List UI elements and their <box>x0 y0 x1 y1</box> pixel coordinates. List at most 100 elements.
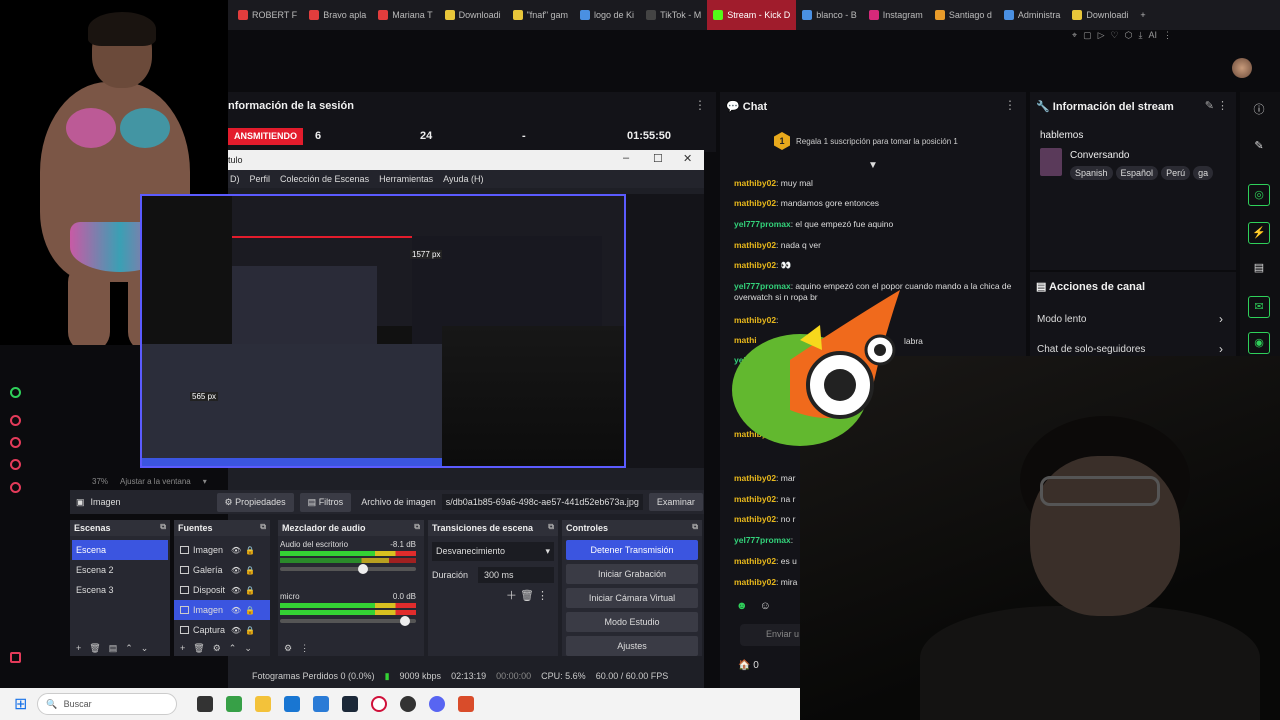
chat-username[interactable]: yel777promax <box>734 219 791 229</box>
source-item[interactable]: Galería 👁 🔒 <box>174 560 270 580</box>
lock-icon[interactable]: 🔒 <box>245 586 255 595</box>
edit-icon[interactable]: ✎ ⋮ <box>1205 99 1228 112</box>
chat-username[interactable]: mathiby02 <box>734 556 776 566</box>
down-icon[interactable]: ⌄ <box>244 643 252 654</box>
obs-icon[interactable] <box>400 696 417 712</box>
trash-icon[interactable]: 🗑 <box>193 643 204 654</box>
virtual-camera-button[interactable]: Iniciar Cámara Virtual <box>566 588 698 608</box>
eye-icon[interactable]: 👁 <box>231 606 241 615</box>
settings-button[interactable]: Ajustes <box>566 636 698 656</box>
chat-username[interactable]: mathiby02 <box>734 494 776 504</box>
browser-tab[interactable]: blanco - B <box>796 0 863 30</box>
ai-button[interactable]: AI <box>1148 30 1157 44</box>
browser-tab[interactable]: "fnaf" gam <box>507 0 574 30</box>
pencil-icon[interactable]: ✎ <box>1248 136 1270 158</box>
properties-button[interactable]: ⚙ Propiedades <box>216 492 294 512</box>
obs-menu-item[interactable]: Ayuda (H) <box>443 174 483 184</box>
kick-icon[interactable] <box>10 387 21 398</box>
trash-icon[interactable]: 🗑 <box>89 643 100 654</box>
zoom-level[interactable]: 37% <box>92 477 108 486</box>
chat-username[interactable]: yel777promax <box>734 535 791 545</box>
volume-slider[interactable] <box>280 616 416 626</box>
crop-icon[interactable]: ▢ <box>1083 30 1092 44</box>
steam-icon[interactable] <box>342 696 359 712</box>
close-icon[interactable]: ✕ <box>683 152 692 165</box>
taskview-icon[interactable] <box>197 696 214 712</box>
lock-icon[interactable]: 🔒 <box>245 566 255 575</box>
emote-icon[interactable]: ☻ <box>736 600 748 612</box>
gear-icon[interactable]: ⚙ <box>213 643 221 654</box>
browser-tab[interactable]: ROBERT F <box>232 0 303 30</box>
windows-start-icon[interactable]: ⊞ <box>14 694 27 714</box>
down-icon[interactable]: ⌄ <box>141 643 149 654</box>
app-icon[interactable] <box>458 696 475 712</box>
volume-slider[interactable] <box>280 564 416 574</box>
fit-window-select[interactable]: Ajustar a la ventana <box>120 477 191 486</box>
browser-tab[interactable]: Mariana T <box>372 0 438 30</box>
chat-username[interactable]: mathiby02 <box>734 514 776 524</box>
duration-input[interactable]: 300 ms <box>478 567 554 583</box>
play-icon[interactable]: ▷ <box>1098 30 1105 44</box>
up-icon[interactable]: ⌃ <box>125 643 133 654</box>
obs-menu-item[interactable]: D) <box>230 174 240 184</box>
scene-item[interactable]: Escena 3 <box>72 580 168 600</box>
eye-icon[interactable]: 👁 <box>231 626 241 635</box>
points-counter[interactable]: 🏠 0 <box>738 660 759 671</box>
browser-tab[interactable]: Instagram <box>863 0 929 30</box>
obs-menu-item[interactable]: Herramientas <box>379 174 433 184</box>
gift-sub-banner[interactable]: 1 Regala 1 suscripción para tomar la pos… <box>774 132 958 150</box>
chat-bubble-icon[interactable]: ✉ <box>1248 296 1270 318</box>
minecraft-icon[interactable] <box>226 696 243 712</box>
new-tab-button[interactable]: + <box>1134 0 1151 30</box>
minimize-icon[interactable]: – <box>623 152 629 164</box>
user-avatar[interactable] <box>1232 58 1252 78</box>
taskbar-search[interactable]: 🔍 Buscar <box>37 693 178 715</box>
browser-tab[interactable]: Administra <box>998 0 1067 30</box>
source-item[interactable]: Disposit 👁 🔒 <box>174 580 270 600</box>
calculator-icon[interactable] <box>284 696 301 712</box>
browser-tab[interactable]: Downloadi <box>439 0 507 30</box>
lock-icon[interactable]: 🔒 <box>245 606 255 615</box>
broadcast-icon[interactable]: ◉ <box>1248 332 1270 354</box>
pin-icon[interactable]: ⌖ <box>1072 30 1077 44</box>
source-item[interactable]: Imagen 👁 🔒 <box>174 540 270 560</box>
chat-username[interactable]: mathiby02 <box>734 240 776 250</box>
browser-tab[interactable]: Santiago d <box>929 0 998 30</box>
scene-item[interactable]: Escena 2 <box>72 560 168 580</box>
chat-username[interactable]: mathiby02 <box>734 178 776 188</box>
browser-tab[interactable]: logo de Ki <box>574 0 640 30</box>
edge-icon[interactable] <box>313 696 330 712</box>
slow-mode-action[interactable]: Modo lento › <box>1037 312 1229 326</box>
document-icon[interactable]: ▤ <box>1248 258 1270 280</box>
obs-menu-item[interactable]: Perfil <box>250 174 271 184</box>
clock-icon[interactable] <box>10 437 21 448</box>
menu-icon[interactable]: ⋮ <box>300 643 309 654</box>
extensions-icon[interactable]: ⬡ <box>1125 30 1133 44</box>
start-recording-button[interactable]: Iniciar Grabación <box>566 564 698 584</box>
browser-tab[interactable]: Bravo apla <box>303 0 372 30</box>
filters-button[interactable]: ▤ Filtros <box>299 492 352 512</box>
lock-icon[interactable]: 🔒 <box>245 626 255 635</box>
scene-item[interactable]: Escena <box>72 540 168 560</box>
menu-icon[interactable]: ⋮ <box>537 590 548 602</box>
camera-icon[interactable]: ◎ <box>1248 184 1270 206</box>
source-item[interactable]: Captura 👁 🔒 <box>174 620 270 640</box>
chat-username[interactable]: mathiby02 <box>734 198 776 208</box>
opera-icon[interactable] <box>371 696 388 712</box>
heart-icon[interactable]: ♡ <box>1111 30 1119 44</box>
stream-category[interactable]: Conversando <box>1070 150 1129 161</box>
chat-menu-icon[interactable]: ⋮ <box>1004 98 1016 112</box>
gear-icon[interactable]: ⚙ <box>284 643 292 654</box>
category-thumbnail[interactable] <box>1040 148 1062 176</box>
scroll-down-icon[interactable]: ▼ <box>868 160 878 171</box>
obs-preview[interactable]: 1577 px 565 px <box>140 194 626 468</box>
followers-only-action[interactable]: Chat de solo-seguidores › <box>1037 342 1229 356</box>
up-icon[interactable]: ⌃ <box>229 643 237 654</box>
browse-button[interactable]: Examinar <box>648 493 703 511</box>
info-icon[interactable]: ⓘ <box>1248 100 1270 122</box>
source-item[interactable]: Imagen 👁 🔒 <box>174 600 270 620</box>
emote-icon[interactable]: ☺ <box>760 600 771 612</box>
menu-icon[interactable]: ⋮ <box>1163 30 1172 44</box>
lightning-icon[interactable]: ⚡ <box>1248 222 1270 244</box>
file-explorer-icon[interactable] <box>255 696 272 712</box>
